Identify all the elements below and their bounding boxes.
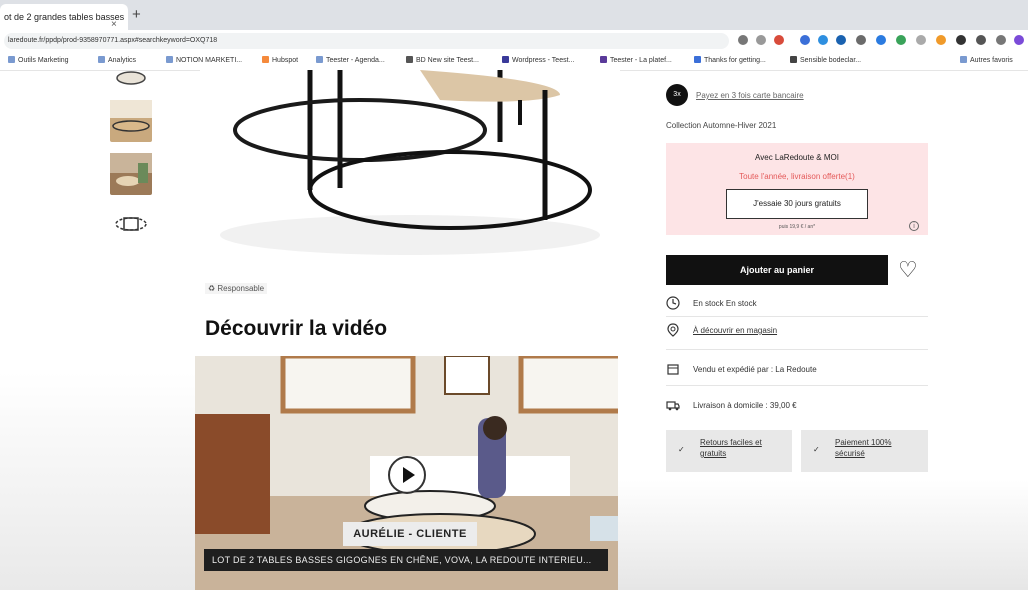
bookmark-item[interactable]: Sensible bodeclar... [790, 56, 861, 64]
extension-icon[interactable] [738, 35, 748, 45]
divider [666, 385, 928, 386]
folder-icon [8, 56, 15, 63]
delivery-info: Livraison à domicile : 39,00 € [693, 401, 797, 410]
url-input[interactable]: laredoute.fr/ppdp/prod-9358970771.aspx#s… [4, 33, 729, 49]
extension-icon[interactable] [936, 35, 946, 45]
extension-icon[interactable] [836, 35, 846, 45]
promo-title: Avec LaRedoute & MOI [755, 153, 839, 162]
truck-icon [666, 401, 680, 411]
location-pin-icon [667, 323, 679, 337]
folder-icon [98, 56, 105, 63]
3d-view-icon [115, 217, 147, 231]
divider [666, 316, 928, 317]
seller-info: Vendu et expédié par : La Redoute [693, 365, 817, 374]
background-fade [0, 372, 195, 590]
product-thumbnail[interactable] [110, 70, 152, 90]
wordpress-icon [502, 56, 509, 63]
free-returns-label: Retours faciles et gratuits [700, 438, 762, 458]
bookmark-item[interactable]: Analytics [98, 56, 136, 64]
extension-icon[interactable] [916, 35, 926, 45]
extension-icon[interactable] [774, 35, 784, 45]
site-icon [600, 56, 607, 63]
bookmarks-bar: Outils Marketing Analytics NOTION MARKET… [0, 52, 1028, 71]
video-section-title: Découvrir la vidéo [205, 317, 388, 340]
free-trial-button[interactable]: J'essaie 30 jours gratuits [726, 189, 868, 219]
promo-note: puis 19,9 € / an* [778, 224, 816, 230]
bookmark-item[interactable]: NOTION MARKETI... [166, 56, 242, 64]
extension-icon[interactable] [876, 35, 886, 45]
info-icon[interactable]: i [909, 221, 919, 231]
delivery-row: Livraison à domicile : 39,00 € [666, 398, 928, 416]
extension-icon[interactable] [896, 35, 906, 45]
add-to-cart-button[interactable]: Ajouter au panier [666, 255, 888, 285]
thumbnail-image [110, 100, 152, 132]
extension-icon[interactable] [996, 35, 1006, 45]
product-thumbnail-3d[interactable] [110, 210, 152, 240]
profile-avatar[interactable] [1014, 35, 1024, 45]
folder-icon [960, 56, 967, 63]
extension-icon[interactable] [976, 35, 986, 45]
site-icon [694, 56, 701, 63]
check-icon: ✓ [678, 445, 685, 454]
responsible-badge: ♻ Responsable [205, 283, 268, 294]
bookmark-item[interactable]: Thanks for getting... [694, 56, 766, 64]
new-tab-button[interactable]: + [132, 6, 141, 23]
bookmark-item[interactable]: Hubspot [262, 56, 298, 64]
browser-tab[interactable]: ot de 2 grandes tables basses × [0, 4, 128, 30]
extension-icon[interactable] [856, 35, 866, 45]
extension-icon[interactable] [956, 35, 966, 45]
stock-row: En stock En stock [666, 296, 928, 314]
product-main-image[interactable] [200, 70, 620, 260]
extension-icon[interactable] [800, 35, 810, 45]
divider [666, 349, 928, 350]
bookmark-item[interactable]: Wordpress - Teest... [502, 56, 574, 64]
membership-promo: Avec LaRedoute & MOI Toute l'année, livr… [666, 143, 928, 235]
site-icon [406, 56, 413, 63]
play-icon [403, 467, 415, 483]
promo-subtitle: Toute l'année, livraison offerte(1) [739, 172, 855, 181]
clock-icon [666, 296, 680, 310]
store-icon [667, 364, 679, 375]
thumbnail-image [116, 71, 146, 85]
extension-icon[interactable] [818, 35, 828, 45]
payment-logo-icon: 3x [666, 84, 688, 106]
check-icon: ✓ [813, 445, 820, 454]
stock-status: En stock En stock [693, 299, 757, 308]
browser-tabbar: ot de 2 grandes tables basses × + [0, 0, 1028, 30]
product-thumbnail[interactable] [110, 100, 152, 142]
secure-payment-label: Paiement 100% sécurisé [835, 438, 892, 458]
store-row[interactable]: À découvrir en magasin [666, 323, 928, 341]
bookmark-item[interactable]: Teester - La platef... [600, 56, 672, 64]
wishlist-heart-icon[interactable]: ♡ [898, 259, 918, 281]
tab-title: ot de 2 grandes tables basses [4, 12, 125, 22]
bookmark-item[interactable]: Teester - Agenda... [316, 56, 385, 64]
secure-payment-badge[interactable]: ✓ Paiement 100% sécurisé [801, 430, 928, 472]
bookmark-item[interactable]: Autres favoris [960, 56, 1013, 64]
notion-icon [166, 56, 173, 63]
extension-icon[interactable] [756, 35, 766, 45]
collection-label: Collection Automne-Hiver 2021 [666, 121, 777, 130]
seller-row: Vendu et expédié par : La Redoute [666, 362, 928, 380]
bookmark-item[interactable]: BD New site Teest... [406, 56, 479, 64]
close-icon[interactable]: × [111, 12, 117, 30]
address-bar-row: laredoute.fr/ppdp/prod-9358970771.aspx#s… [0, 30, 1028, 53]
thumbnail-image [110, 153, 152, 186]
site-icon [790, 56, 797, 63]
calendar-icon [316, 56, 323, 63]
hubspot-icon [262, 56, 269, 63]
video-product-caption: LOT DE 2 TABLES BASSES GIGOGNES EN CHÊNE… [204, 549, 608, 571]
pay-installments-link[interactable]: Payez en 3 fois carte bancaire [696, 91, 804, 100]
product-thumbnail[interactable] [110, 153, 152, 195]
free-returns-badge[interactable]: ✓ Retours faciles et gratuits [666, 430, 792, 472]
nesting-tables-image [200, 70, 620, 260]
store-link[interactable]: À découvrir en magasin [693, 326, 777, 335]
background-fade [618, 480, 1028, 590]
video-person-caption: AURÉLIE - CLIENTE [343, 522, 477, 546]
bookmark-item[interactable]: Outils Marketing [8, 56, 69, 64]
play-button[interactable] [388, 456, 426, 494]
